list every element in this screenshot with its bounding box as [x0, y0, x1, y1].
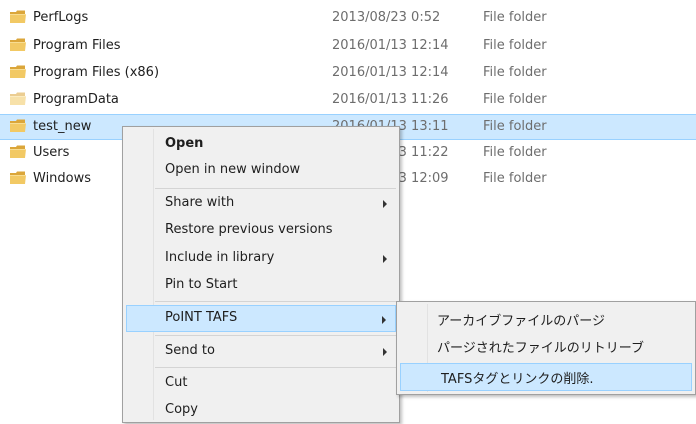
file-name: test_new — [33, 119, 92, 134]
file-date: 2016/01/13 12:14 — [332, 65, 449, 80]
folder-icon — [10, 145, 26, 159]
file-type: File folder — [483, 145, 547, 160]
file-type: File folder — [483, 38, 547, 53]
menu-item-label: Pin to Start — [165, 277, 238, 292]
menu-item-label: TAFSタグとリンクの削除. — [441, 372, 594, 387]
submenu-arrow-icon — [383, 255, 387, 263]
menu-item-label: Restore previous versions — [165, 222, 333, 237]
folder-icon — [10, 119, 26, 133]
folder-icon — [10, 38, 26, 52]
submenu-arrow-icon — [383, 348, 387, 356]
menu-separator — [155, 188, 396, 189]
menu-item-label: Open — [165, 136, 204, 151]
menu-item-label: アーカイブファイルのパージ — [437, 314, 605, 329]
file-row-program-files[interactable]: Program Files 2016/01/13 12:14 File fold… — [0, 34, 696, 58]
menu-item-label: Cut — [165, 375, 188, 390]
point-tafs-submenu: アーカイブファイルのパージ パージされたファイルのリトリーブ TAFSタグとリン… — [396, 301, 696, 395]
menu-item-include-in-library[interactable]: Include in library — [123, 245, 399, 272]
folder-icon — [10, 65, 26, 79]
file-row-perflogs[interactable]: PerfLogs 2013/08/23 0:52 File folder — [0, 6, 696, 30]
menu-item-restore-previous-versions[interactable]: Restore previous versions — [123, 217, 399, 244]
file-date: 2016/01/13 11:26 — [332, 92, 449, 107]
submenu-item-archive-purge[interactable]: アーカイブファイルのパージ — [397, 305, 695, 332]
menu-item-share-with[interactable]: Share with — [123, 190, 399, 217]
menu-item-label: Share with — [165, 195, 235, 210]
menu-item-label: パージされたファイルのリトリーブ — [437, 341, 644, 356]
folder-icon — [10, 171, 26, 185]
menu-item-cut[interactable]: Cut — [123, 370, 399, 397]
file-name: PerfLogs — [33, 10, 89, 25]
menu-item-label: PoINT TAFS — [165, 310, 238, 325]
menu-item-label: Send to — [165, 343, 215, 358]
menu-item-open[interactable]: Open — [123, 131, 399, 158]
menu-separator — [155, 335, 396, 336]
file-name: Program Files — [33, 38, 121, 53]
menu-item-open-new-window[interactable]: Open in new window — [123, 157, 399, 184]
file-date: 2016/01/13 12:14 — [332, 38, 449, 53]
menu-item-label: Open in new window — [165, 162, 301, 177]
file-name: ProgramData — [33, 92, 119, 107]
submenu-item-retrieve-purged[interactable]: パージされたファイルのリトリーブ — [397, 332, 695, 359]
menu-item-point-tafs[interactable]: PoINT TAFS — [126, 305, 396, 332]
menu-separator — [155, 367, 396, 368]
menu-item-pin-to-start[interactable]: Pin to Start — [123, 272, 399, 299]
file-date: 2013/08/23 0:52 — [332, 10, 441, 25]
file-type: File folder — [483, 92, 547, 107]
submenu-arrow-icon — [382, 316, 386, 324]
file-type: File folder — [483, 10, 547, 25]
context-menu: Open Open in new window Share with Resto… — [122, 126, 400, 423]
file-name: Windows — [33, 171, 92, 186]
file-name: Program Files (x86) — [33, 65, 160, 80]
submenu-arrow-icon — [383, 200, 387, 208]
menu-item-label: Include in library — [165, 250, 275, 265]
menu-separator — [155, 301, 396, 302]
folder-icon — [10, 92, 26, 106]
submenu-item-delete-tags-links[interactable]: TAFSタグとリンクの削除. — [400, 363, 692, 391]
folder-icon — [10, 10, 26, 24]
file-row-programdata[interactable]: ProgramData 2016/01/13 11:26 File folder — [0, 88, 696, 112]
file-row-program-files-x86[interactable]: Program Files (x86) 2016/01/13 12:14 Fil… — [0, 61, 696, 85]
file-type: File folder — [483, 65, 547, 80]
file-type: File folder — [483, 119, 547, 134]
menu-item-copy[interactable]: Copy — [123, 397, 399, 424]
menu-item-label: Copy — [165, 402, 198, 417]
menu-item-send-to[interactable]: Send to — [123, 338, 399, 365]
file-name: Users — [33, 145, 70, 160]
file-type: File folder — [483, 171, 547, 186]
